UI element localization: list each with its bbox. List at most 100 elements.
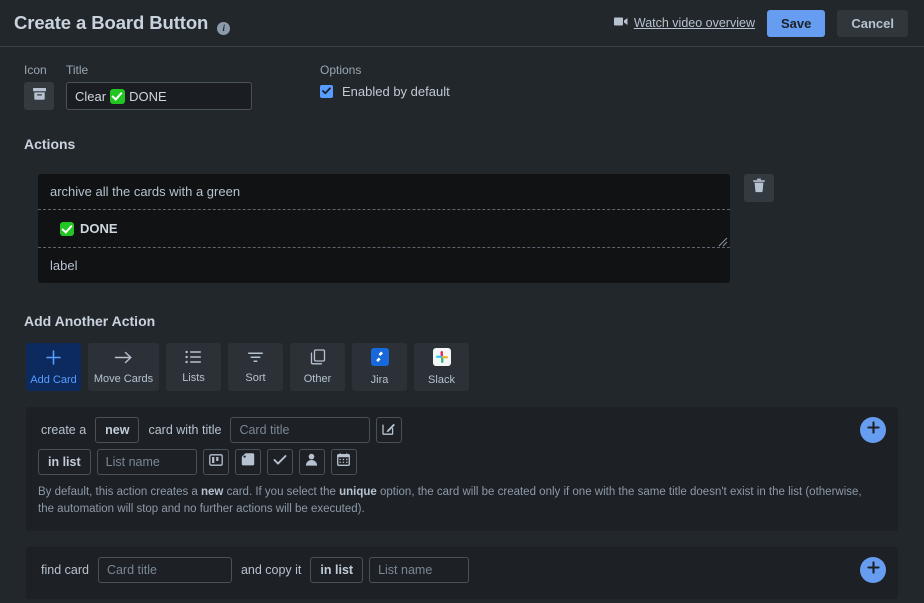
archive-box-icon — [32, 87, 47, 106]
board-icon — [208, 453, 223, 471]
arrow-right-icon — [114, 350, 133, 370]
action-line-2-text: DONE — [80, 221, 118, 236]
header-actions: Watch video overview Save Cancel — [613, 9, 908, 37]
add-card-row-1: create a new card with title — [32, 417, 886, 443]
title-value-before: Clear — [75, 88, 107, 104]
button-icon-picker[interactable] — [24, 82, 54, 110]
add-card-action-submit[interactable] — [860, 417, 886, 443]
check-icon — [273, 453, 287, 471]
tab-slack-label: Slack — [428, 374, 455, 386]
action-line-3-text: label — [50, 258, 78, 273]
dialog-body: Icon Title Clear DONE Options Enabled by… — [0, 47, 924, 599]
members-button[interactable] — [298, 449, 325, 475]
tab-lists-label: Lists — [182, 372, 205, 384]
find-card-title-input[interactable] — [97, 556, 232, 583]
title-input[interactable]: Clear DONE — [66, 82, 252, 110]
find-card-row: find card and copy it in list — [32, 556, 886, 583]
white-check-mark-emoji — [110, 88, 126, 104]
page-title: Create a Board Button i — [14, 12, 231, 35]
card-title-input[interactable] — [230, 417, 371, 443]
icon-field: Icon — [24, 63, 66, 110]
calendar-icon — [337, 453, 351, 471]
options-field-label: Options — [320, 63, 362, 77]
help-bold-new: new — [201, 486, 224, 498]
tab-other[interactable]: Other — [290, 343, 345, 391]
find-card-in-list-chip[interactable]: in list — [310, 556, 364, 583]
watch-video-link[interactable]: Watch video overview — [613, 16, 755, 30]
enabled-by-default-label: Enabled by default — [342, 83, 450, 99]
action-type-tabs: Add Card Move Cards Lists Sort Other Jir… — [24, 343, 900, 391]
add-card-action-panel: create a new card with title in list — [26, 407, 898, 531]
new-unique-toggle[interactable]: new — [95, 417, 140, 443]
label-tag-icon — [241, 453, 255, 471]
labels-button[interactable] — [234, 449, 261, 475]
plus-icon — [45, 349, 62, 371]
plus-icon — [866, 560, 880, 579]
white-check-mark-emoji — [60, 221, 74, 236]
plus-icon — [866, 421, 880, 439]
due-date-button[interactable] — [330, 449, 357, 475]
member-icon — [305, 453, 318, 471]
create-a-label: create a — [41, 423, 87, 437]
button-config-row: Icon Title Clear DONE Options Enabled by… — [24, 63, 900, 110]
add-another-action-title: Add Another Action — [24, 313, 156, 329]
options-field: Options Enabled by default — [320, 63, 450, 100]
tab-sort[interactable]: Sort — [228, 343, 283, 391]
sort-icon — [247, 351, 264, 369]
copy-icon — [310, 349, 326, 370]
icon-field-label: Icon — [24, 63, 47, 77]
tab-slack[interactable]: Slack — [414, 343, 469, 391]
find-card-label: find card — [41, 562, 89, 577]
tab-add-card-label: Add Card — [30, 373, 77, 386]
find-card-action-panel: find card and copy it in list — [26, 546, 898, 599]
edit-card-template-button[interactable] — [376, 417, 403, 443]
tab-lists[interactable]: Lists — [166, 343, 221, 391]
slack-icon — [432, 348, 451, 371]
and-copy-it-label: and copy it — [240, 562, 302, 577]
enabled-by-default-row[interactable]: Enabled by default — [320, 82, 450, 100]
enabled-by-default-checkbox[interactable] — [320, 84, 333, 98]
edit-pencil-icon — [382, 421, 396, 440]
actions-section-title: Actions — [24, 136, 76, 152]
watch-video-label: Watch video overview — [633, 16, 755, 30]
trash-icon — [752, 178, 766, 198]
action-line-1[interactable]: archive all the cards with a green — [38, 174, 730, 210]
dialog-header: Create a Board Button i Watch video overv… — [0, 0, 924, 47]
add-card-row-2: in list — [32, 449, 886, 475]
action-item: archive all the cards with a green DONE … — [38, 174, 730, 283]
title-value-after: DONE — [129, 88, 167, 104]
video-camera-icon — [613, 16, 628, 30]
action-line-3[interactable]: label — [38, 248, 730, 283]
help-bold-unique: unique — [339, 486, 377, 498]
in-list-chip[interactable]: in list — [38, 449, 91, 475]
add-card-help-text: By default, this action creates a new ca… — [32, 484, 886, 519]
tab-jira[interactable]: Jira — [352, 343, 407, 391]
cancel-button[interactable]: Cancel — [837, 9, 908, 37]
list-name-input[interactable] — [96, 449, 197, 475]
help-part-2: card. If you select the — [223, 486, 340, 498]
find-card-action-submit[interactable] — [860, 556, 886, 583]
card-with-title-label: card with title — [148, 423, 222, 437]
jira-icon — [370, 348, 389, 371]
title-field-label: Title — [66, 63, 89, 77]
textarea-resize-handle[interactable] — [718, 235, 728, 247]
info-icon[interactable]: i — [217, 21, 231, 35]
tab-sort-label: Sort — [245, 371, 266, 384]
action-line-2[interactable]: DONE — [38, 210, 730, 248]
help-part-1: By default, this action creates a — [38, 486, 202, 498]
actions-list: archive all the cards with a green DONE … — [24, 174, 900, 283]
delete-action-button[interactable] — [744, 174, 774, 202]
tab-move-cards-label: Move Cards — [93, 372, 154, 385]
checklist-button[interactable] — [266, 449, 293, 475]
title-field: Title Clear DONE — [66, 63, 252, 110]
tab-jira-label: Jira — [370, 374, 389, 386]
tab-other-label: Other — [303, 373, 332, 385]
page-title-text: Create a Board Button — [14, 12, 209, 33]
board-button[interactable] — [202, 449, 229, 475]
tab-move-cards[interactable]: Move Cards — [88, 343, 159, 391]
find-card-list-name-input[interactable] — [369, 556, 470, 583]
action-line-1-text: archive all the cards with a green — [50, 184, 241, 199]
tab-add-card[interactable]: Add Card — [26, 343, 81, 391]
save-button[interactable]: Save — [766, 9, 826, 37]
list-icon — [185, 350, 202, 369]
